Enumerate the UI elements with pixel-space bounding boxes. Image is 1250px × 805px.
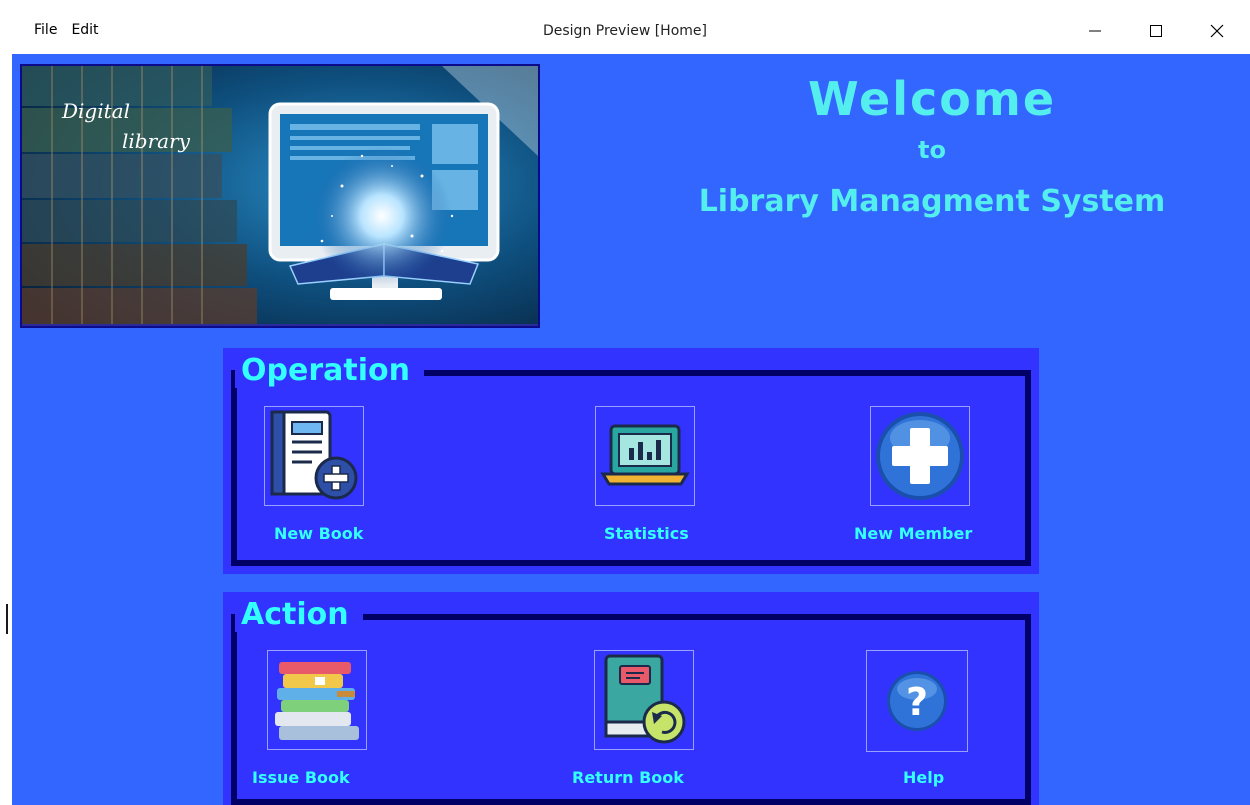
statistics-label: Statistics: [604, 524, 689, 543]
help-label: Help: [903, 768, 945, 787]
maximize-icon: [1150, 25, 1162, 37]
help-icon: ?: [887, 671, 947, 731]
welcome-to: to: [918, 136, 946, 164]
banner-image: Digital library: [22, 66, 538, 326]
minimize-icon: [1089, 30, 1101, 32]
welcome-title: Welcome: [807, 72, 1057, 126]
book-stack-icon: [275, 662, 359, 740]
new-book-button[interactable]: [264, 406, 364, 506]
edge-mark: [6, 604, 8, 634]
new-book-label: New Book: [274, 524, 364, 543]
operation-legend: Operation: [235, 354, 424, 388]
issue-book-label: Issue Book: [252, 768, 350, 787]
action-legend: Action: [235, 598, 363, 632]
banner-text: Digital: [61, 99, 130, 123]
new-member-label: New Member: [854, 524, 973, 543]
help-button[interactable]: ?: [866, 650, 968, 752]
new-member-button[interactable]: [870, 406, 970, 506]
statistics-icon: [600, 424, 690, 486]
statistics-button[interactable]: [595, 406, 695, 506]
action-panel: Action Issue Book Return Book ? Help: [223, 592, 1039, 805]
main-window: Digital library Welcome to Library Manag…: [12, 54, 1250, 805]
window-left-edge: [0, 0, 12, 805]
svg-text:?: ?: [906, 680, 928, 724]
return-book-label: Return Book: [572, 768, 684, 787]
minimize-button[interactable]: [1072, 14, 1118, 48]
system-name: Library Managment System: [698, 184, 1166, 219]
issue-book-button[interactable]: [267, 650, 367, 750]
banner-text: library: [122, 129, 191, 153]
close-button[interactable]: [1194, 14, 1240, 48]
window-title: Design Preview [Home]: [542, 23, 707, 39]
return-book-icon: [604, 654, 686, 744]
new-book-icon: [270, 410, 358, 500]
welcome-heading: Welcome to Library Managment System: [612, 72, 1250, 219]
add-member-icon: [876, 412, 964, 500]
close-icon: [1210, 24, 1224, 38]
maximize-button[interactable]: [1133, 14, 1179, 48]
title-bar: File Edit Design Preview [Home]: [0, 0, 1250, 54]
digital-library-banner: Digital library: [20, 64, 540, 328]
return-book-button[interactable]: [594, 650, 694, 750]
operation-panel: Operation New Book Statistics New Member: [223, 348, 1039, 574]
